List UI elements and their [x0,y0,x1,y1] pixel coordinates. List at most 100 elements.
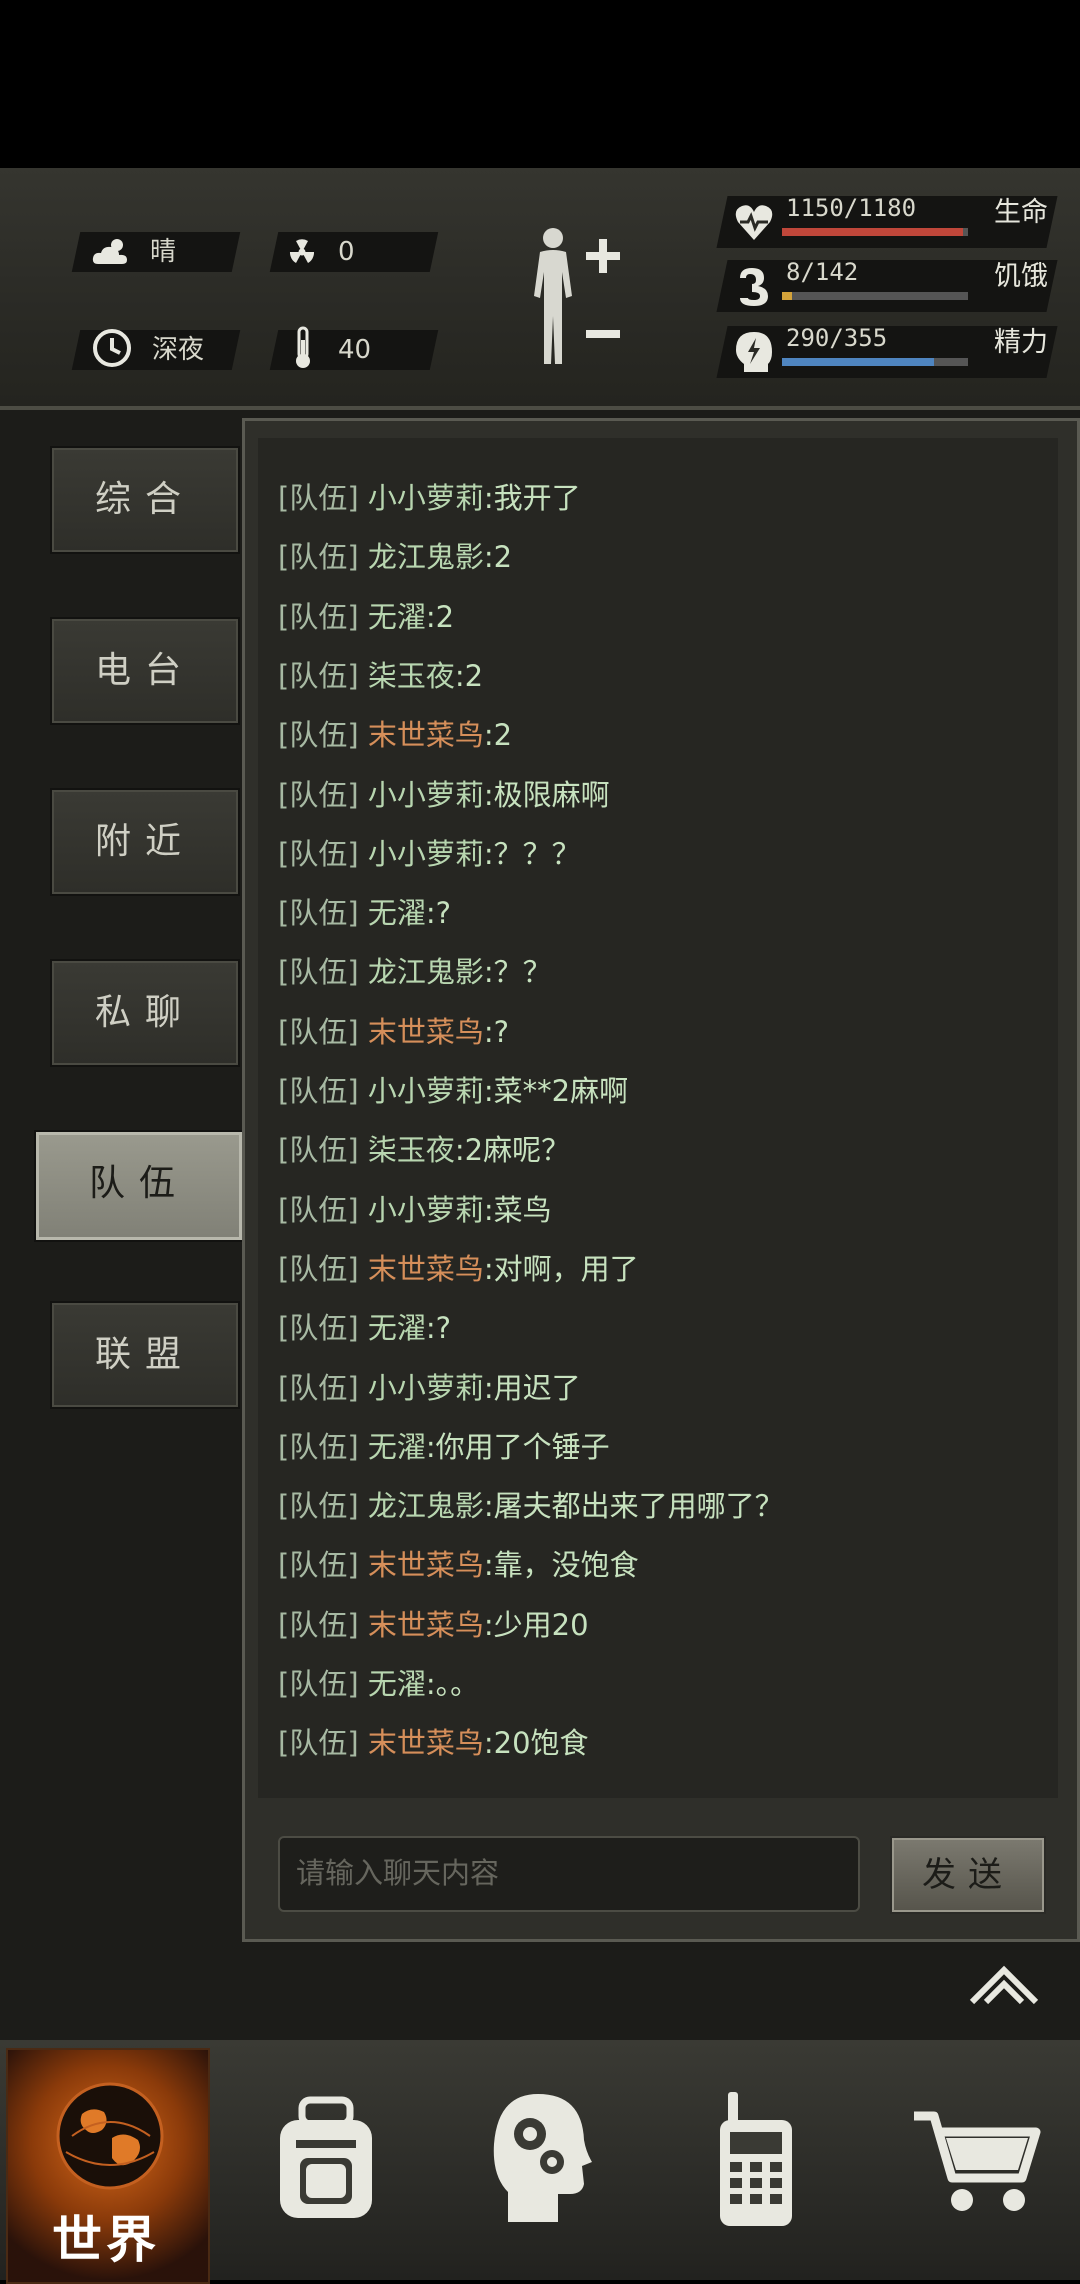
body-status-icon[interactable] [518,224,628,374]
message-channel-tag: [队伍] [278,955,359,990]
tab-0[interactable]: 综合 [50,446,240,554]
nav-skills[interactable] [440,2048,640,2280]
vital-bar [782,228,968,236]
message-sender[interactable]: 无濯 [368,1311,426,1345]
message-sender[interactable]: 末世菜鸟 [368,1548,484,1582]
chat-message: [队伍] 无濯:你用了个锤子 [278,1427,610,1467]
message-text: :屠夫都出来了用哪了？ [483,1489,784,1524]
chat-message: [队伍] 末世菜鸟:2 [278,715,512,755]
message-sender[interactable]: 末世菜鸟 [368,1608,484,1642]
vital-value: 8/142 [786,258,859,286]
tab-1[interactable]: 电台 [50,617,240,725]
nav-shop[interactable] [870,2048,1080,2280]
nav-backpack[interactable] [226,2048,426,2280]
chat-message: [队伍] 末世菜鸟:少用20 [278,1605,589,1645]
message-channel-tag: [队伍] [278,1370,359,1405]
chat-message: [队伍] 小小萝莉:用迟了 [278,1368,581,1408]
tab-5[interactable]: 联盟 [50,1301,240,1409]
clock-icon [93,329,131,367]
message-sender[interactable]: 无濯 [368,1430,426,1464]
tab-4[interactable]: 队伍 [34,1130,244,1242]
message-sender[interactable]: 末世菜鸟 [368,1015,484,1049]
message-channel-tag: [队伍] [278,1251,359,1286]
message-text: :2麻呢？ [454,1133,571,1168]
chat-message: [队伍] 龙江鬼影:？？ [278,952,552,992]
chat-message: [队伍] 小小萝莉:菜鸟 [278,1190,552,1230]
heart-icon [735,205,773,240]
message-sender[interactable]: 小小萝莉 [368,1193,484,1227]
message-text: :? [425,1311,452,1346]
message-sender[interactable]: 小小萝莉 [368,481,484,515]
message-sender[interactable]: 小小萝莉 [368,1371,484,1405]
nav-world-label: 世界 [52,2211,160,2269]
chat-message: [队伍] 末世菜鸟:靠，没饱食 [278,1545,639,1585]
temperature-value: 40 [338,335,372,365]
chat-message: [队伍] 末世菜鸟:? [278,1012,509,1052]
message-channel-tag: [队伍] [278,481,359,515]
message-channel-tag: [队伍] [278,1548,359,1583]
chevron-up-double-icon[interactable] [968,1962,1040,2006]
message-sender[interactable]: 柒玉夜 [368,659,455,693]
message-sender[interactable]: 龙江鬼影 [368,955,484,989]
message-text: :少用20 [483,1607,589,1642]
vital-label: 饥饿 [994,261,1048,292]
radio-walkie-icon [720,2092,792,2226]
tab-2[interactable]: 附近 [50,788,240,896]
chat-message: [队伍] 末世菜鸟:对啊，用了 [278,1249,639,1289]
message-text: :我开了 [483,481,581,515]
message-channel-tag: [队伍] [278,1311,359,1346]
time-label: 深夜 [152,335,205,365]
message-sender[interactable]: 无濯 [368,600,426,634]
message-sender[interactable]: 无濯 [368,1667,426,1701]
chat-message: [队伍] 龙江鬼影:屠夫都出来了用哪了？ [278,1486,784,1526]
message-channel-tag: [队伍] [278,1014,359,1049]
message-text: :2 [425,599,455,634]
vital-value: 290/355 [786,324,888,352]
radiation-icon [289,239,315,263]
message-text: :？？ [483,955,552,990]
message-text: :菜鸟 [483,1192,552,1227]
message-sender[interactable]: 无濯 [368,896,426,930]
message-sender[interactable]: 小小萝莉 [368,1074,484,1108]
chat-message: [队伍] 无濯:? [278,893,451,933]
cloud-sun-icon [92,239,127,264]
message-channel-tag: [队伍] [278,1489,359,1524]
message-channel-tag: [队伍] [278,540,359,575]
message-text: :？？？ [483,836,581,871]
shopping-cart-icon [914,2111,1041,2211]
message-channel-tag: [队伍] [278,1192,359,1227]
send-button[interactable]: 发送 [890,1836,1046,1914]
message-channel-tag: [队伍] [278,718,359,753]
tab-3[interactable]: 私聊 [50,959,240,1067]
message-channel-tag: [队伍] [278,599,359,634]
message-sender[interactable]: 柒玉夜 [368,1133,455,1167]
chat-message: [队伍] 无濯:。。 [278,1664,479,1704]
chat-message: [队伍] 柒玉夜:2麻呢？ [278,1130,570,1170]
message-text: :? [483,1014,510,1049]
vital-value: 1150/1180 [786,194,917,222]
message-sender[interactable]: 龙江鬼影 [368,540,484,574]
vital-label: 生命 [994,197,1048,228]
chat-messages[interactable] [258,438,1058,1798]
nav-radio[interactable] [654,2048,854,2280]
message-text: :20饱食 [483,1726,589,1761]
message-sender[interactable]: 末世菜鸟 [368,1252,484,1286]
message-channel-tag: [队伍] [278,1726,359,1761]
message-channel-tag: [队伍] [278,1667,359,1701]
message-channel-tag: [队伍] [278,1607,359,1642]
chat-message: [队伍] 柒玉夜:2 [278,656,483,696]
message-channel-tag: [队伍] [278,1133,359,1168]
message-channel-tag: [队伍] [278,896,359,931]
message-sender[interactable]: 末世菜鸟 [368,1726,484,1760]
message-text: :2 [483,718,513,753]
nav-world[interactable]: 世界 [6,2048,210,2284]
message-sender[interactable]: 末世菜鸟 [368,718,484,752]
message-sender[interactable]: 小小萝莉 [368,837,484,871]
message-sender[interactable]: 小小萝莉 [368,778,484,812]
chat-message: [队伍] 小小萝莉:？？？ [278,834,581,874]
thermometer-icon [296,326,310,368]
message-channel-tag: [队伍] [278,1429,359,1464]
vital-bar-fill [782,358,934,366]
message-sender[interactable]: 龙江鬼影 [368,1489,484,1523]
message-text: :2 [454,658,484,693]
